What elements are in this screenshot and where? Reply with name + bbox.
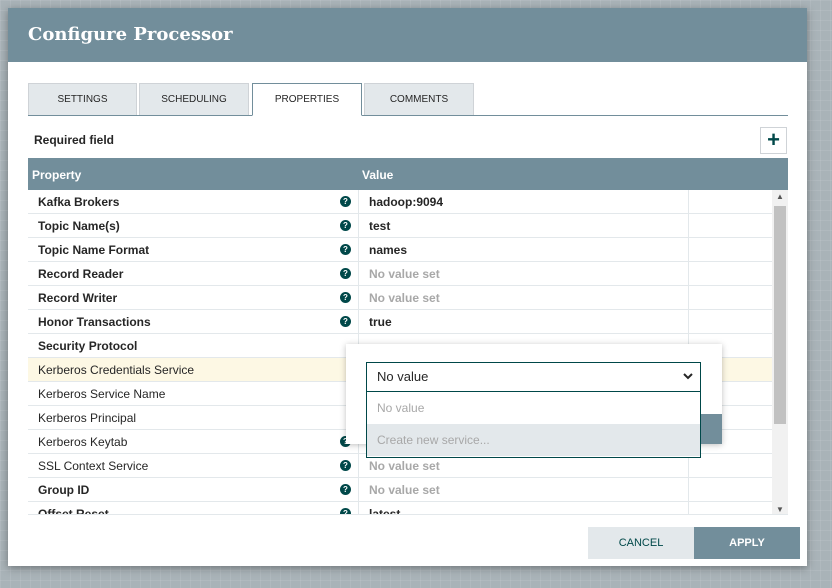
table-row[interactable]: Offset Reset? latest — [28, 502, 772, 515]
table-row[interactable]: Record Reader? No value set — [28, 262, 772, 286]
column-divider — [688, 190, 689, 214]
column-divider — [688, 310, 689, 334]
property-value[interactable]: No value set — [369, 291, 440, 305]
table-row[interactable]: Group ID? No value set — [28, 478, 772, 502]
table-row[interactable]: Record Writer? No value set — [28, 286, 772, 310]
property-name: Group ID — [38, 483, 90, 497]
property-value[interactable]: true — [369, 315, 392, 329]
property-name: Kafka Brokers — [38, 195, 120, 209]
table-header: Property Value — [28, 158, 788, 190]
cancel-button[interactable]: CANCEL — [588, 527, 694, 559]
column-divider — [358, 262, 359, 286]
dialog-title: Configure Processor — [8, 8, 807, 62]
column-divider — [688, 238, 689, 262]
service-select[interactable]: No value — [366, 362, 701, 392]
help-circle-icon[interactable]: ? — [340, 316, 351, 327]
table-row[interactable]: Topic Name(s)? test — [28, 214, 772, 238]
column-divider — [358, 214, 359, 238]
column-header-value: Value — [362, 168, 394, 182]
apply-button[interactable]: APPLY — [694, 527, 800, 559]
required-field-label: Required field — [34, 133, 115, 147]
scroll-down-icon[interactable]: ▼ — [776, 505, 784, 514]
combo-panel-edge — [701, 414, 722, 444]
table-scrollbar[interactable]: ▲ ▼ — [772, 190, 788, 514]
property-name: Honor Transactions — [38, 315, 151, 329]
plus-icon: + — [767, 127, 780, 152]
help-circle-icon[interactable]: ? — [340, 244, 351, 255]
tab-comments[interactable]: COMMENTS — [364, 83, 474, 115]
scrollbar-thumb[interactable] — [774, 206, 786, 424]
property-name: Security Protocol — [38, 339, 138, 353]
scroll-up-icon[interactable]: ▲ — [776, 192, 784, 201]
table-row[interactable]: Kafka Brokers? hadoop:9094 — [28, 190, 772, 214]
help-circle-icon[interactable]: ? — [340, 292, 351, 303]
property-name: Topic Name Format — [38, 243, 150, 257]
column-divider — [358, 286, 359, 310]
property-value[interactable]: No value set — [369, 267, 440, 281]
help-circle-icon[interactable]: ? — [340, 508, 351, 514]
property-name: SSL Context Service — [38, 459, 149, 473]
service-options-list: No value Create new service... — [366, 392, 701, 458]
table-row[interactable]: Topic Name Format? names — [28, 238, 772, 262]
tab-scheduling[interactable]: SCHEDULING — [139, 83, 249, 115]
column-divider — [688, 214, 689, 238]
add-property-button[interactable]: + — [760, 127, 787, 154]
help-circle-icon[interactable]: ? — [340, 220, 351, 231]
property-name: Offset Reset — [38, 507, 109, 515]
tab-bar: SETTINGS SCHEDULING PROPERTIES COMMENTS — [28, 83, 788, 116]
column-divider — [358, 502, 359, 514]
properties-table: Property Value Kafka Brokers? hadoop:9094… — [28, 158, 788, 515]
service-select-value: No value — [377, 369, 429, 384]
property-value[interactable]: test — [369, 219, 390, 233]
property-name: Kerberos Credentials Service — [38, 363, 195, 377]
service-combo-panel: No value No value Create new service... — [346, 344, 722, 458]
column-divider — [358, 238, 359, 262]
column-divider — [358, 190, 359, 214]
column-divider — [688, 286, 689, 310]
column-divider — [688, 502, 689, 514]
property-value[interactable]: No value set — [369, 459, 440, 473]
tab-settings[interactable]: SETTINGS — [28, 83, 137, 115]
property-value[interactable]: hadoop:9094 — [369, 195, 443, 209]
property-value[interactable]: No value set — [369, 483, 440, 497]
property-name: Topic Name(s) — [38, 219, 120, 233]
property-name: Record Writer — [38, 291, 118, 305]
help-circle-icon[interactable]: ? — [340, 484, 351, 495]
option-create-new-service[interactable]: Create new service... — [367, 424, 700, 456]
table-row[interactable]: Honor Transactions? true — [28, 310, 772, 334]
property-value[interactable]: names — [369, 243, 407, 257]
property-value[interactable]: latest — [369, 507, 400, 514]
column-divider — [358, 454, 359, 478]
column-divider — [358, 310, 359, 334]
tab-properties[interactable]: PROPERTIES — [252, 83, 362, 116]
property-name: Kerberos Service Name — [38, 387, 166, 401]
help-circle-icon[interactable]: ? — [340, 460, 351, 471]
property-name: Kerberos Keytab — [38, 435, 128, 449]
help-circle-icon[interactable]: ? — [340, 268, 351, 279]
column-divider — [688, 262, 689, 286]
property-name: Record Reader — [38, 267, 124, 281]
help-circle-icon[interactable]: ? — [340, 196, 351, 207]
column-divider — [688, 478, 689, 502]
property-name: Kerberos Principal — [38, 411, 137, 425]
option-no-value[interactable]: No value — [367, 392, 700, 424]
column-header-property: Property — [32, 168, 82, 182]
column-divider — [358, 478, 359, 502]
configure-processor-dialog: Configure Processor SETTINGS SCHEDULING … — [8, 8, 807, 566]
